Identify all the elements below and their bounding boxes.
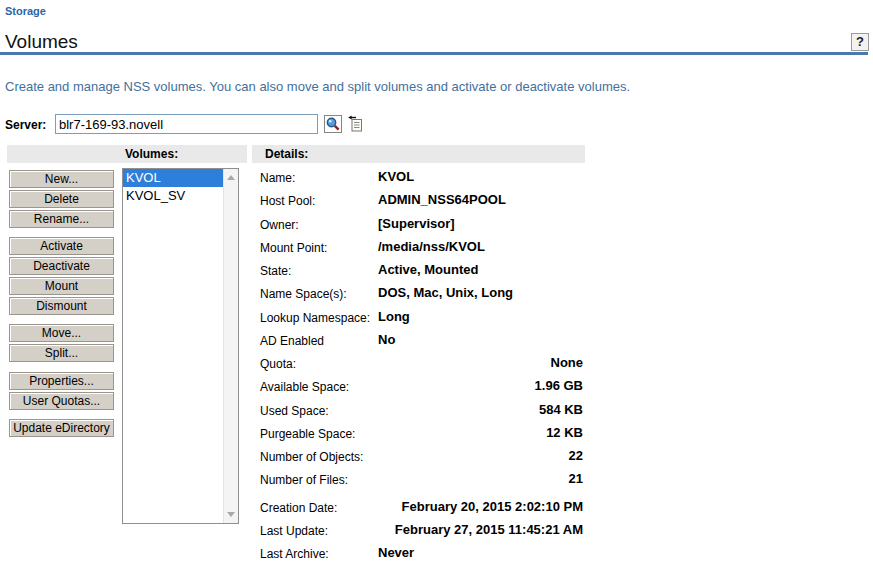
server-input[interactable]	[55, 114, 318, 134]
detail-row: Lookup Namespace: Long	[260, 308, 583, 329]
detail-value: Long	[378, 309, 410, 324]
split-button[interactable]: Split...	[9, 344, 114, 362]
detail-value: 12 KB	[546, 425, 583, 440]
update-edirectory-button[interactable]: Update eDirectory	[9, 419, 114, 437]
detail-row: Available Space: 1.96 GB	[260, 377, 583, 398]
detail-row: Owner: [Supervisor]	[260, 215, 583, 236]
detail-value: Never	[378, 545, 414, 560]
detail-value: [Supervisor]	[378, 216, 455, 231]
help-button[interactable]: ?	[851, 33, 869, 51]
detail-row: Last Archive: Never	[260, 544, 583, 565]
detail-label: Owner:	[260, 218, 299, 232]
detail-label: State:	[260, 264, 291, 278]
detail-value: 22	[569, 448, 583, 463]
detail-label: Host Pool:	[260, 194, 315, 208]
object-selector-button[interactable]	[324, 115, 342, 133]
page-title: Volumes	[5, 31, 78, 53]
detail-label: Quota:	[260, 357, 296, 371]
delete-button[interactable]: Delete	[9, 190, 114, 208]
detail-value: 1.96 GB	[535, 378, 583, 393]
detail-value: February 27, 2015 11:45:21 AM	[395, 522, 583, 537]
scroll-down-icon[interactable]	[227, 512, 235, 517]
detail-row: Purgeable Space: 12 KB	[260, 424, 583, 445]
move-button[interactable]: Move...	[9, 324, 114, 342]
detail-label: Name:	[260, 171, 295, 185]
detail-label: Mount Point:	[260, 241, 327, 255]
detail-label: Last Update:	[260, 524, 328, 538]
magnifier-icon	[325, 116, 341, 132]
detail-row: Host Pool: ADMIN_NSS64POOL	[260, 191, 583, 212]
detail-label: Lookup Namespace:	[260, 311, 370, 325]
detail-value: None	[551, 355, 584, 370]
detail-label: Creation Date:	[260, 501, 337, 515]
deactivate-button[interactable]: Deactivate	[9, 257, 114, 275]
detail-value: 21	[569, 471, 583, 486]
detail-label: Used Space:	[260, 404, 329, 418]
detail-value: Active, Mounted	[378, 262, 478, 277]
detail-label: Purgeable Space:	[260, 427, 355, 441]
detail-label: Number of Objects:	[260, 450, 363, 464]
title-divider	[0, 52, 868, 55]
activate-button[interactable]: Activate	[9, 237, 114, 255]
rename-button[interactable]: Rename...	[9, 210, 114, 228]
detail-value: ADMIN_NSS64POOL	[378, 192, 506, 207]
volume-list-item[interactable]: KVOL	[123, 169, 223, 187]
page-description: Create and manage NSS volumes. You can a…	[5, 79, 630, 94]
detail-row: AD Enabled No	[260, 331, 583, 352]
detail-row: Number of Objects: 22	[260, 447, 583, 468]
server-label: Server:	[5, 118, 46, 132]
detail-value: No	[378, 332, 395, 347]
listbox-scrollbar[interactable]	[223, 169, 238, 523]
details-header: Details:	[265, 145, 308, 163]
detail-label: AD Enabled	[260, 334, 324, 348]
volumes-list-header: Volumes:	[125, 145, 178, 163]
detail-row: Last Update: February 27, 2015 11:45:21 A…	[260, 521, 583, 542]
detail-label: Available Space:	[260, 380, 349, 394]
detail-row: Name Space(s): DOS, Mac, Unix, Long	[260, 284, 583, 305]
properties-button[interactable]: Properties...	[9, 372, 114, 390]
new-button[interactable]: New...	[9, 170, 114, 188]
detail-label: Number of Files:	[260, 473, 348, 487]
detail-value: February 20, 2015 2:02:10 PM	[402, 499, 583, 514]
breadcrumb-storage-link[interactable]: Storage	[5, 5, 46, 17]
detail-row: Creation Date: February 20, 2015 2:02:10 …	[260, 498, 583, 519]
volumes-page: Storage Volumes ? Create and manage NSS …	[0, 0, 873, 574]
detail-value: DOS, Mac, Unix, Long	[378, 285, 513, 300]
detail-label: Last Archive:	[260, 547, 329, 561]
detail-row: Used Space: 584 KB	[260, 401, 583, 422]
details-panel: Name: KVOL Host Pool: ADMIN_NSS64POOL Owne…	[260, 168, 583, 568]
detail-value: /media/nss/KVOL	[378, 239, 485, 254]
volume-list-item[interactable]: KVOL_SV	[123, 187, 223, 205]
object-history-button[interactable]	[346, 115, 364, 133]
detail-value: KVOL	[378, 169, 414, 184]
detail-row: Name: KVOL	[260, 168, 583, 189]
detail-row: Number of Files: 21	[260, 470, 583, 491]
object-history-icon	[346, 115, 364, 133]
detail-value: 584 KB	[539, 402, 583, 417]
detail-row: Quota: None	[260, 354, 583, 375]
detail-label: Name Space(s):	[260, 287, 347, 301]
dismount-button[interactable]: Dismount	[9, 297, 114, 315]
mount-button[interactable]: Mount	[9, 277, 114, 295]
user-quotas-button[interactable]: User Quotas...	[9, 392, 114, 410]
detail-row: State: Active, Mounted	[260, 261, 583, 282]
scroll-up-icon[interactable]	[227, 175, 235, 180]
volumes-listbox: KVOL KVOL_SV	[122, 168, 239, 524]
detail-row: Mount Point: /media/nss/KVOL	[260, 238, 583, 259]
